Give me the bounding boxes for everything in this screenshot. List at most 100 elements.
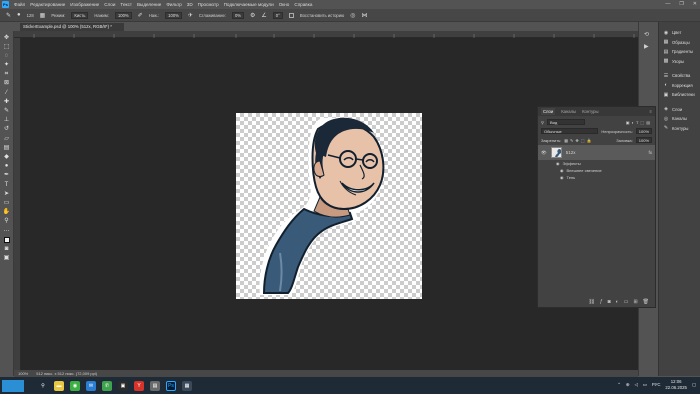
actions-icon[interactable]: ▶	[644, 42, 649, 52]
brush-preset-icon[interactable]: ●	[17, 12, 21, 18]
search-icon[interactable]: ⚲	[38, 381, 48, 391]
rectangle-tool-icon[interactable]: ▭	[2, 199, 11, 206]
brush-settings-icon[interactable]: ▦	[40, 12, 46, 19]
menu-file[interactable]: Файл	[14, 2, 25, 7]
link-icon[interactable]: ⛓	[589, 299, 595, 305]
menu-select[interactable]: Выделение	[137, 2, 161, 7]
filter-type-icons[interactable]: ▣◐T⬚▤	[626, 120, 652, 125]
language-indicator[interactable]: РУС	[652, 382, 661, 387]
fill-field[interactable]: 100%	[635, 137, 652, 143]
opacity-field[interactable]: 100%	[635, 128, 652, 134]
lasso-tool-icon[interactable]: ◌	[2, 52, 11, 59]
eye-icon[interactable]: ◉	[560, 168, 564, 173]
app-icon[interactable]: ✉	[86, 380, 96, 391]
eye-icon[interactable]: ◉	[560, 175, 564, 180]
app-gray-icon[interactable]: ▤	[150, 380, 160, 391]
tab-channels[interactable]: Каналы	[561, 109, 576, 114]
adjustment-layer-icon[interactable]: ◐	[616, 299, 619, 305]
panel-properties[interactable]: ☰ Свойства	[659, 71, 700, 81]
minimize-button[interactable]: —	[665, 1, 670, 7]
effects-row[interactable]: ◉ Эффекты	[538, 160, 655, 167]
eye-icon[interactable]: 👁	[541, 150, 547, 156]
notification-icon[interactable]: ▢	[692, 382, 696, 388]
eye-icon[interactable]: ◉	[556, 161, 560, 166]
airbrush-icon[interactable]: ✈	[188, 12, 193, 19]
history-icon[interactable]: ⟲	[644, 30, 649, 40]
blur-tool-icon[interactable]: ◆	[2, 153, 11, 160]
menu-layers[interactable]: Слои	[104, 2, 115, 7]
tab-paths[interactable]: Контуры	[582, 109, 598, 114]
screen-mode-icon[interactable]: ▣	[2, 255, 11, 262]
layer-row[interactable]: 👁 512x fx	[538, 145, 655, 160]
fx-icon[interactable]: ƒ	[600, 299, 603, 305]
panel-swatches[interactable]: ▦ Образцы	[659, 38, 700, 48]
history-brush-icon[interactable]: ↺	[2, 126, 11, 133]
frame-tool-icon[interactable]: ⊠	[2, 80, 11, 87]
eyedropper-tool-icon[interactable]: ⁄	[2, 89, 11, 96]
pressure-field[interactable]: 100%	[114, 11, 132, 19]
panel-layers[interactable]: ◈ Слои	[659, 105, 700, 115]
healing-brush-icon[interactable]: ✚	[2, 98, 11, 105]
menu-plugins[interactable]: Подключаемые модули	[224, 2, 274, 7]
layer-name[interactable]: 512x	[566, 150, 576, 155]
panel-color[interactable]: ◉ Цвет	[659, 28, 700, 38]
document-info[interactable]: 512 пикс. x 512 пикс. (72,009 ppi)	[36, 371, 97, 376]
history-checkbox[interactable]	[288, 12, 294, 18]
crop-tool-icon[interactable]: ⌗	[2, 71, 11, 78]
app-extra-icon[interactable]: ▦	[182, 380, 192, 391]
volume-icon[interactable]: ◁	[634, 382, 637, 388]
panel-adjustments[interactable]: ◐ Коррекция	[659, 81, 700, 91]
fx-badge[interactable]: fx	[648, 150, 652, 155]
type-tool-icon[interactable]: T	[2, 181, 11, 188]
flow-field[interactable]: 100%	[165, 11, 182, 19]
photoshop-logo-icon[interactable]: Ps	[2, 1, 9, 8]
color-swatches-icon[interactable]	[2, 236, 11, 243]
battery-icon[interactable]: ▭	[643, 382, 647, 388]
hand-tool-icon[interactable]: ✋	[2, 209, 11, 216]
quick-select-tool-icon[interactable]: ✦	[2, 62, 11, 69]
clock[interactable]: 12:06 22.06.2025	[665, 379, 687, 390]
new-layer-icon[interactable]: ⊞	[633, 299, 637, 305]
angle-field[interactable]: 0°	[272, 11, 283, 19]
app-generic-icon[interactable]: ▣	[118, 380, 128, 391]
lock-icons[interactable]: ▦✎✥⬚🔒	[564, 138, 593, 143]
pressure-pen-icon[interactable]: ✐	[138, 12, 143, 19]
move-tool-icon[interactable]: ✥	[2, 34, 11, 41]
document-tab[interactable]: StickerExample.psd @ 100% (512x, RGB/8*)…	[20, 23, 124, 31]
close-button[interactable]: ✕	[693, 1, 697, 7]
chevron-up-icon[interactable]: ⌃	[617, 382, 621, 388]
menu-edit[interactable]: Редактирование	[30, 2, 65, 7]
brush-tool-icon[interactable]: ✎	[2, 108, 11, 115]
document-canvas[interactable]	[236, 113, 422, 299]
panel-paths[interactable]: ✎ Контуры	[659, 124, 700, 134]
stamp-tool-icon[interactable]: ⊥	[2, 117, 11, 124]
gear-icon[interactable]: ⚙	[250, 12, 255, 19]
network-icon[interactable]: ⊕	[626, 382, 630, 388]
menu-3d[interactable]: 3D	[187, 2, 193, 7]
quick-mask-icon[interactable]: ◙	[2, 245, 11, 252]
symmetry-icon[interactable]: ⋈	[361, 12, 367, 19]
path-select-tool-icon[interactable]: ➤	[2, 190, 11, 197]
tab-layers[interactable]: Слои	[541, 108, 556, 115]
menu-filter[interactable]: Фильтр	[166, 2, 181, 7]
effect-outer-glow[interactable]: ◉ Внешнее свечение	[538, 167, 655, 174]
more-tools-icon[interactable]: …	[2, 227, 11, 234]
zoom-tool-icon[interactable]: ⚲	[2, 218, 11, 225]
whatsapp-icon[interactable]: ✆	[102, 380, 112, 391]
zoom-level[interactable]: 100%	[18, 371, 28, 376]
menu-view[interactable]: Просмотр	[198, 2, 219, 7]
brush-size-value[interactable]: 128	[27, 13, 34, 18]
panel-gradients[interactable]: ▤ Градиенты	[659, 47, 700, 57]
start-button[interactable]	[2, 379, 24, 392]
eraser-tool-icon[interactable]: ▱	[2, 135, 11, 142]
pressure-size-icon[interactable]: ◎	[350, 12, 355, 19]
maximize-button[interactable]: ❐	[679, 1, 683, 7]
menu-type[interactable]: Текст	[120, 2, 132, 7]
trash-icon[interactable]: 🗑	[643, 299, 649, 305]
chrome-icon[interactable]: ◉	[70, 380, 80, 391]
brush-tool-icon[interactable]: ✎	[6, 12, 11, 19]
yandex-icon[interactable]: Y	[134, 380, 144, 391]
effect-drop-shadow[interactable]: ◉ Тень	[538, 174, 655, 181]
pen-tool-icon[interactable]: ✒	[2, 172, 11, 179]
panel-channels[interactable]: ◎ Каналы	[659, 114, 700, 124]
